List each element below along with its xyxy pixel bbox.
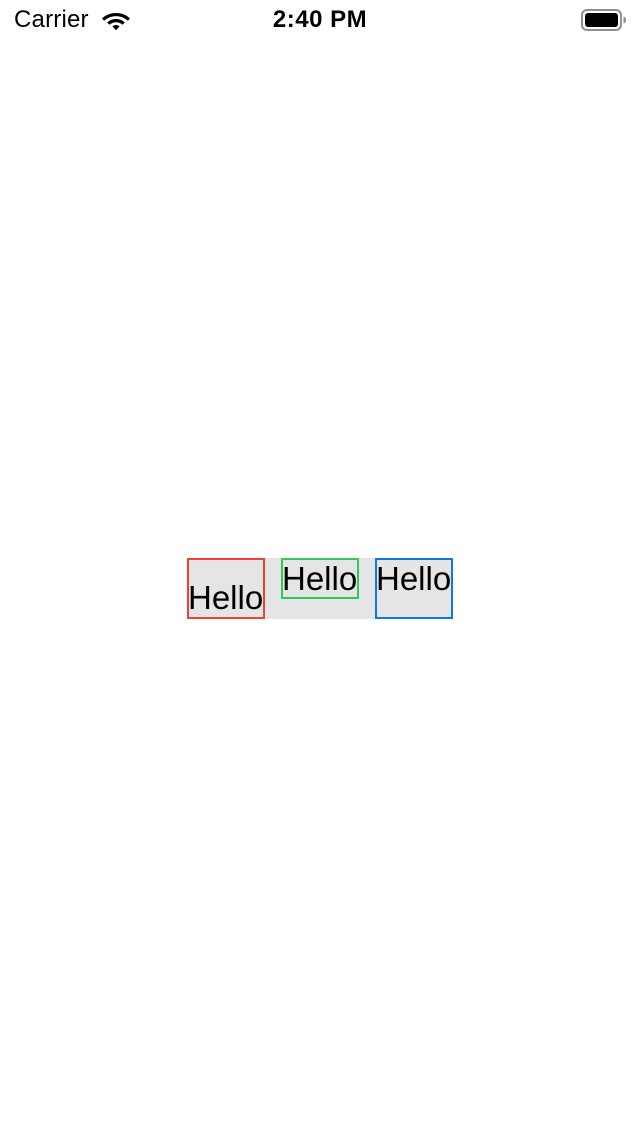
hello-stack: Hello Hello Hello	[187, 558, 453, 619]
hello-text: Hello	[376, 560, 452, 597]
hello-label-top-aligned: Hello	[375, 558, 453, 619]
hello-label-fit: Hello	[281, 558, 359, 599]
hello-text: Hello	[188, 579, 264, 616]
battery-full-icon	[581, 9, 626, 31]
hello-label-bottom-aligned: Hello	[187, 558, 265, 619]
status-bar: Carrier 2:40 PM	[0, 0, 640, 40]
hello-text: Hello	[282, 560, 358, 597]
status-time: 2:40 PM	[272, 6, 368, 33]
